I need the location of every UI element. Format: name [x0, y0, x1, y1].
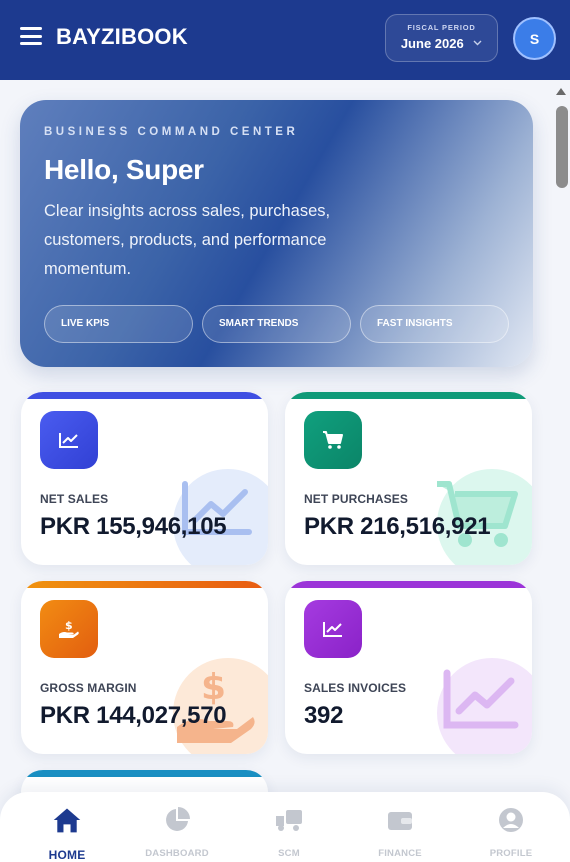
hero-greeting: Hello, Super	[44, 154, 204, 185]
brand-title: BAYZIBOOK	[56, 24, 188, 49]
hero-description: Clear insights across sales, purchases, …	[44, 202, 331, 278]
app-header: BAYZIBOOK FISCAL PERIOD June 2026 S	[0, 0, 570, 80]
card-accent-bar	[21, 581, 268, 588]
card-icon-box: $	[40, 600, 98, 658]
card-accent-bar	[285, 581, 532, 588]
fiscal-period-value: June 2026	[400, 36, 464, 51]
card-label: NET PURCHASES	[304, 492, 408, 506]
card-accent-bar	[21, 770, 268, 777]
truck-icon	[274, 805, 304, 835]
kpi-card-gross-margin[interactable]: $ $ GROSS MARGIN PKR 144,027,570	[21, 581, 268, 754]
card-label: NET SALES	[40, 492, 109, 506]
menu-icon[interactable]	[20, 27, 42, 45]
nav-label: HOME	[48, 848, 86, 862]
card-icon-box	[304, 600, 362, 658]
trending-up-icon	[323, 622, 342, 637]
card-value: PKR 144,027,570	[40, 702, 227, 729]
card-icon-box	[304, 411, 362, 469]
fiscal-period-selector[interactable]: FISCAL PERIOD June 2026	[385, 14, 498, 62]
svg-text:$: $	[65, 619, 73, 632]
nav-label: SCM	[278, 848, 300, 859]
card-value: PKR 216,516,921	[304, 513, 491, 540]
hand-dollar-icon: $	[59, 619, 79, 638]
bottom-nav: HOME DASHBOARD SCM FINANCE PROFILE	[0, 792, 570, 862]
nav-label: FINANCE	[378, 848, 422, 859]
chip-live-kpis[interactable]: LIVE KPIS	[44, 305, 193, 343]
nav-label: PROFILE	[489, 848, 533, 859]
card-accent-bar	[21, 392, 268, 399]
hero-banner: BUSINESS COMMAND CENTER Hello, Super Cle…	[20, 100, 533, 367]
card-label: SALES INVOICES	[304, 681, 407, 695]
user-avatar[interactable]: S	[513, 17, 556, 60]
kpi-card-net-purchases[interactable]: NET PURCHASES PKR 216,516,921	[285, 392, 532, 565]
chip-fast-insights[interactable]: FAST INSIGHTS	[360, 305, 509, 343]
hero-eyebrow: BUSINESS COMMAND CENTER	[44, 126, 299, 138]
home-icon	[52, 805, 82, 835]
nav-label: DASHBOARD	[145, 848, 209, 859]
scroll-thumb[interactable]	[556, 106, 568, 188]
cart-icon	[323, 431, 343, 449]
trending-up-icon	[443, 669, 519, 729]
scrollbar[interactable]	[552, 80, 570, 862]
trending-up-icon	[59, 433, 78, 448]
chevron-down-icon	[473, 40, 482, 46]
nav-profile[interactable]: PROFILE	[461, 792, 561, 862]
card-icon-box	[40, 411, 98, 469]
nav-scm[interactable]: SCM	[239, 792, 339, 862]
scroll-up-arrow-icon[interactable]	[556, 88, 566, 95]
nav-dashboard[interactable]: DASHBOARD	[127, 792, 227, 862]
chip-smart-trends[interactable]: SMART TRENDS	[202, 305, 351, 343]
wallet-icon	[385, 805, 415, 835]
card-value: PKR 155,946,105	[40, 513, 227, 540]
kpi-card-sales-invoices[interactable]: SALES INVOICES 392	[285, 581, 532, 754]
kpi-card-net-sales[interactable]: NET SALES PKR 155,946,105	[21, 392, 268, 565]
card-value: 392	[304, 702, 344, 729]
nav-home[interactable]: HOME	[17, 792, 117, 862]
main-content: BUSINESS COMMAND CENTER Hello, Super Cle…	[0, 80, 552, 862]
user-icon	[496, 805, 526, 835]
card-accent-bar	[285, 392, 532, 399]
card-label: GROSS MARGIN	[40, 681, 137, 695]
nav-finance[interactable]: FINANCE	[350, 792, 450, 862]
pie-chart-icon	[162, 805, 192, 835]
fiscal-period-label: FISCAL PERIOD	[407, 23, 476, 32]
